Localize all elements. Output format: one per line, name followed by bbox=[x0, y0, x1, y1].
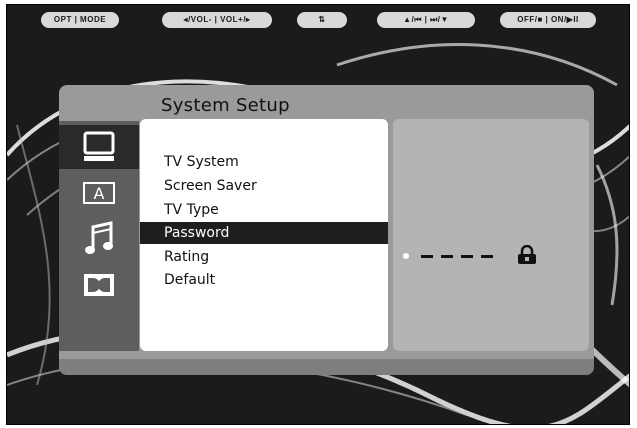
svg-text:A: A bbox=[94, 184, 105, 203]
menu-item-tv-system[interactable]: TV System bbox=[140, 151, 388, 173]
sidebar-item-language[interactable]: A bbox=[59, 171, 139, 215]
password-digit-4 bbox=[481, 255, 493, 258]
dolby-icon bbox=[84, 274, 114, 296]
password-value-panel bbox=[393, 119, 589, 351]
menu-title: System Setup bbox=[161, 95, 290, 116]
sidebar-item-audio[interactable] bbox=[59, 217, 139, 261]
tv-icon bbox=[83, 131, 115, 161]
menu-item-password[interactable]: Password bbox=[140, 222, 388, 244]
hint-updown: ⇅ bbox=[297, 12, 347, 28]
menu-item-default[interactable]: Default bbox=[140, 269, 388, 291]
language-a-icon: A bbox=[83, 182, 115, 204]
menu-item-tv-type[interactable]: TV Type bbox=[140, 199, 388, 221]
sidebar-item-dolby[interactable] bbox=[59, 263, 139, 307]
lock-icon bbox=[518, 245, 536, 264]
music-note-icon bbox=[85, 221, 113, 254]
menu-sidebar: A bbox=[59, 121, 139, 351]
password-digit-3 bbox=[461, 255, 473, 258]
menu-item-rating[interactable]: Rating bbox=[140, 246, 388, 268]
hint-volume: ◂/VOL- | VOL+/▸ bbox=[162, 12, 272, 28]
sidebar-item-system[interactable] bbox=[59, 125, 139, 169]
hint-power-play: OFF/■ | ON/▶II bbox=[500, 12, 596, 28]
password-digit-2 bbox=[441, 255, 453, 258]
password-digit-1 bbox=[421, 255, 433, 258]
setup-menu: System Setup A TV System Screen Saver TV… bbox=[59, 85, 594, 375]
tv-screen: OPT | MODE ◂/VOL- | VOL+/▸ ⇅ ▲/⏮ | ⏭/▼ O… bbox=[6, 4, 630, 425]
menu-item-screen-saver[interactable]: Screen Saver bbox=[140, 175, 388, 197]
hint-opt-mode: OPT | MODE bbox=[41, 12, 119, 28]
menu-items-panel: TV System Screen Saver TV Type Password … bbox=[140, 119, 388, 351]
hint-navigate: ▲/⏮ | ⏭/▼ bbox=[377, 12, 475, 28]
menu-footer-strip bbox=[59, 359, 594, 375]
remote-hint-bar: OPT | MODE ◂/VOL- | VOL+/▸ ⇅ ▲/⏮ | ⏭/▼ O… bbox=[7, 5, 629, 35]
cursor-dot bbox=[403, 253, 409, 259]
